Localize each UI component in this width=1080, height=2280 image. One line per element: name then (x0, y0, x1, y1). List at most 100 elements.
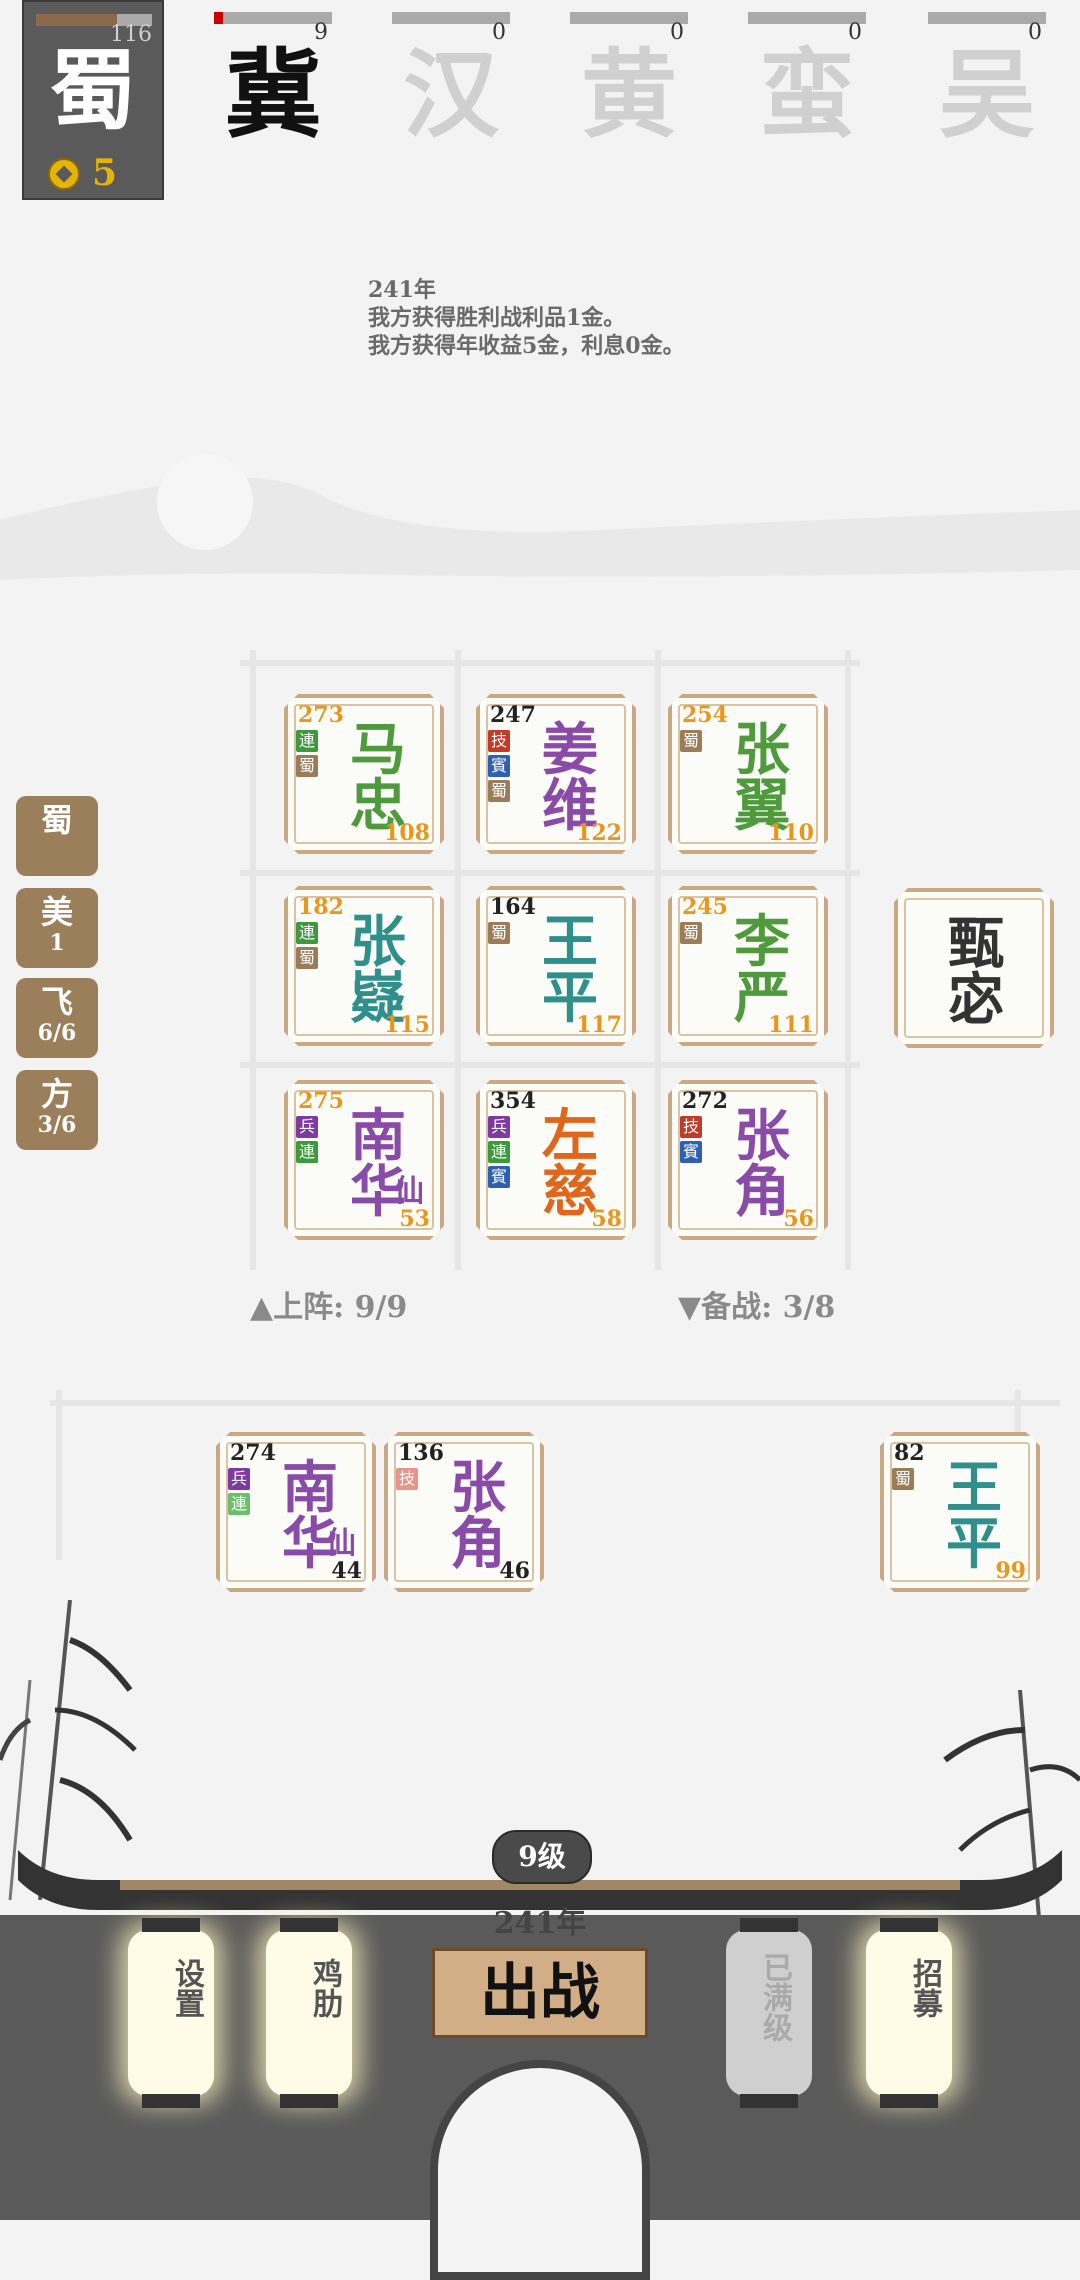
settings-lantern-button[interactable]: 设置 (128, 1918, 214, 2108)
hero-tag: 蜀 (680, 730, 702, 752)
side-synergy-button[interactable]: 方 3/6 (16, 1070, 98, 1150)
hero-tag: 蜀 (296, 947, 318, 969)
coin-icon (48, 158, 80, 190)
hero-level: 56 (783, 1206, 814, 1232)
hero-card[interactable]: 274 兵連南华仙 44 (216, 1432, 376, 1592)
gold-amount: 5 (92, 152, 118, 194)
hero-tag: 蜀 (892, 1468, 914, 1490)
synergy-name: 蜀 (40, 801, 73, 839)
hero-card[interactable]: 182 連蜀张嶷 115 (284, 886, 444, 1046)
hero-tags: 連蜀 (296, 922, 318, 969)
hero-tags: 蜀 (680, 730, 702, 752)
hero-level: 58 (591, 1206, 622, 1232)
max-level-lantern-button[interactable]: 已满级 (726, 1918, 812, 2108)
hero-tag: 技 (680, 1116, 702, 1138)
player-faction-card: 116 蜀 5 (22, 0, 164, 200)
board-grid-line (240, 660, 860, 666)
hero-tag: 蜀 (488, 922, 510, 944)
hero-title: 仙 (326, 1526, 356, 1561)
reserve-grid-line (56, 1390, 62, 1560)
hero-card[interactable]: 272 技賓张角 56 (668, 1080, 828, 1240)
synergy-count: 3/6 (37, 1112, 77, 1138)
hero-tag: 賓 (680, 1141, 702, 1163)
hero-name-char: 姜 (542, 717, 598, 783)
hero-card[interactable]: 82 蜀王平 99 (880, 1432, 1040, 1592)
helper-label: 鸡肋 (307, 1958, 342, 2018)
hero-card[interactable]: 245 蜀李严 111 (668, 886, 828, 1046)
board-grid-line (240, 1062, 860, 1068)
helper-lantern-button[interactable]: 鸡肋 (266, 1918, 352, 2108)
enemy-faction-1[interactable]: 0汉 (392, 0, 510, 160)
hero-name-char: 南 (282, 1455, 338, 1521)
battle-button[interactable]: 出战 (432, 1948, 648, 2038)
hero-level: 111 (768, 1012, 814, 1038)
hero-name-char: 宓 (948, 967, 1004, 1033)
enemy-faction-name: 吴 (939, 38, 1035, 151)
enemy-faction-3[interactable]: 0蛮 (748, 0, 866, 160)
hero-tags: 蜀 (892, 1468, 914, 1490)
reserve-count-label: ▼备战: 3/8 (678, 1290, 836, 1325)
log-year: 241年 (368, 277, 436, 303)
board-grid-line (240, 870, 860, 876)
hero-tag: 技 (488, 730, 510, 752)
hero-card[interactable]: 275 兵連南华仙 53 (284, 1080, 444, 1240)
hero-tag: 兵 (296, 1116, 318, 1138)
ink-mountain-decoration (0, 454, 1080, 580)
board-grid-line (455, 650, 461, 1270)
deploy-count-label: ▲上阵: 9/9 (250, 1290, 408, 1325)
reserve-grid-line (50, 1400, 1060, 1406)
hero-tag: 蜀 (488, 780, 510, 802)
enemy-faction-name: 冀 (225, 38, 321, 151)
enemy-progress-fill (214, 12, 224, 24)
hero-tag: 蜀 (680, 922, 702, 944)
synergy-name: 飞 (40, 983, 73, 1021)
battle-log: 241年 我方获得胜利战利品1金。 我方获得年收益5金，利息0金。 (368, 276, 685, 360)
hero-card[interactable]: 164 蜀王平 117 (476, 886, 636, 1046)
hero-tag: 連 (228, 1493, 250, 1515)
hero-tags: 兵連賓 (488, 1116, 510, 1188)
player-faction-name: 蜀 (48, 38, 137, 142)
hero-tags: 技賓蜀 (488, 730, 510, 802)
hero-name-char: 马 (350, 717, 406, 783)
side-synergy-button[interactable]: 飞 6/6 (16, 978, 98, 1058)
hero-tag: 連 (296, 1141, 318, 1163)
hero-card[interactable]: 273 連蜀马忠 108 (284, 694, 444, 854)
hero-name-char: 甄 (948, 911, 1004, 977)
hero-card[interactable]: 354 兵連賓左慈 58 (476, 1080, 636, 1240)
board-grid-line (845, 650, 851, 1270)
hero-name-char: 南 (350, 1103, 406, 1169)
board-grid-line (250, 650, 256, 1270)
hero-level: 108 (384, 820, 430, 846)
enemy-faction-0[interactable]: 9冀 (214, 0, 332, 160)
hero-tag: 連 (488, 1141, 510, 1163)
synergy-count: 1 (49, 930, 65, 956)
hero-level: 110 (768, 820, 814, 846)
hero-name-char: 王 (542, 909, 598, 975)
enemy-faction-name: 蛮 (759, 38, 855, 151)
hero-level: 122 (576, 820, 622, 846)
side-synergy-button[interactable]: 美1 (16, 888, 98, 968)
hero-tag: 兵 (228, 1468, 250, 1490)
synergy-name: 方 (40, 1075, 73, 1113)
hero-name-char: 张 (450, 1455, 506, 1521)
level-badge: 9级 (492, 1830, 592, 1884)
hero-tag: 賓 (488, 1166, 510, 1188)
hero-hp: 82 (894, 1440, 925, 1466)
recruit-hero-card[interactable]: 甄 宓 (894, 888, 1054, 1048)
hero-level: 99 (995, 1558, 1026, 1584)
recruit-lantern-button[interactable]: 招募 (866, 1918, 952, 2108)
enemy-faction-name: 汉 (403, 38, 499, 151)
enemy-faction-2[interactable]: 0黄 (570, 0, 688, 160)
board-grid-line (655, 650, 661, 1270)
gate-arch (430, 2060, 650, 2280)
hero-card[interactable]: 136 技张角 46 (384, 1432, 544, 1592)
hero-card[interactable]: 254 蜀张翼 110 (668, 694, 828, 854)
hero-tag: 連 (296, 730, 318, 752)
hero-tags: 兵連 (228, 1468, 250, 1515)
hero-level: 115 (384, 1012, 430, 1038)
hero-tag: 連 (296, 922, 318, 944)
hero-name-char: 张 (734, 717, 790, 783)
enemy-faction-4[interactable]: 0吴 (928, 0, 1046, 160)
hero-card[interactable]: 247 技賓蜀姜维 122 (476, 694, 636, 854)
side-synergy-button[interactable]: 蜀 (16, 796, 98, 876)
